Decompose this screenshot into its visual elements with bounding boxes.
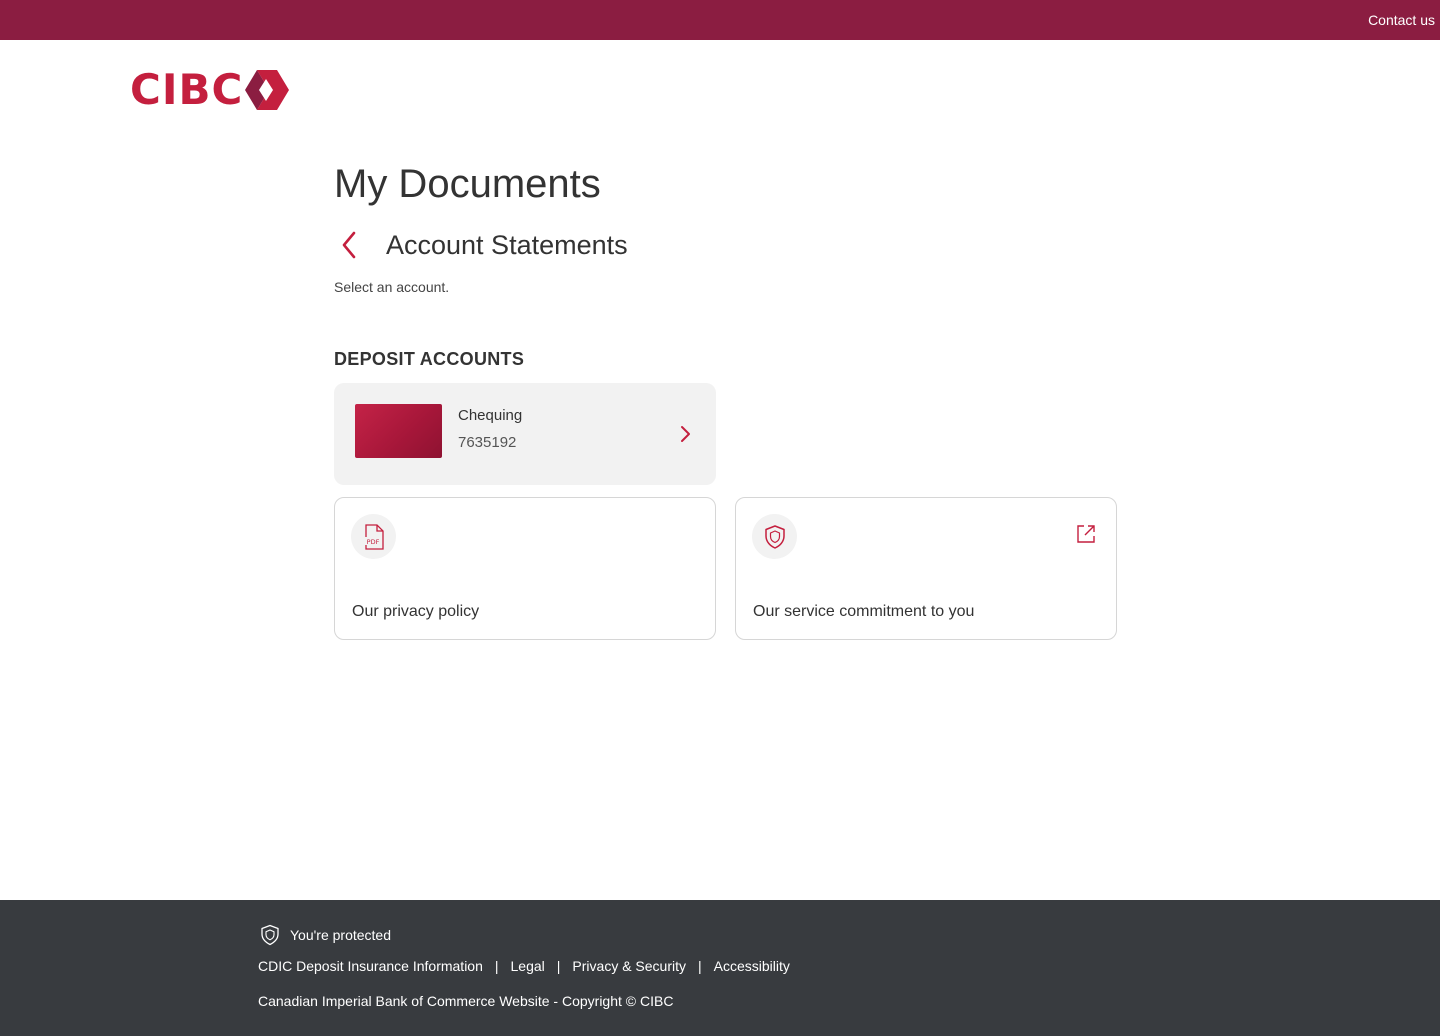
deposit-accounts-heading: DEPOSIT ACCOUNTS: [334, 349, 525, 369]
shield-icon: [261, 924, 279, 946]
chevron-right-icon: [681, 426, 690, 442]
divider: |: [556, 958, 561, 974]
footer-link-cdic[interactable]: CDIC Deposit Insurance Information: [258, 958, 483, 974]
section-title: Account Statements: [386, 230, 628, 260]
shield-icon: [764, 524, 785, 549]
footer: You're protected CDIC Deposit Insurance …: [0, 900, 1440, 1036]
service-commitment-tile[interactable]: Our service commitment to you: [735, 497, 1117, 640]
footer-link-accessibility[interactable]: Accessibility: [714, 958, 790, 974]
footer-link-privacy-security[interactable]: Privacy & Security: [572, 958, 686, 974]
cibc-logo[interactable]: CIBC: [130, 65, 290, 114]
account-card-image: [355, 404, 442, 458]
back-chevron-icon[interactable]: [338, 230, 360, 260]
tile-label: Our privacy policy: [352, 603, 480, 620]
protected-label: You're protected: [290, 927, 392, 943]
external-link-icon[interactable]: [1075, 523, 1097, 545]
instructions-text: Select an account.: [334, 279, 450, 295]
svg-text:PDF: PDF: [366, 538, 379, 546]
tile-label: Our service commitment to you: [753, 603, 975, 620]
footer-links: CDIC Deposit Insurance Information | Leg…: [258, 958, 790, 974]
account-number: 7635192: [458, 434, 517, 451]
cibc-chevron-logo-icon: [245, 70, 290, 110]
divider: |: [698, 958, 702, 974]
page-title: My Documents: [334, 162, 601, 206]
contact-us-link[interactable]: Contact us: [1368, 12, 1435, 28]
account-name: Chequing: [458, 407, 523, 424]
pdf-icon: PDF: [363, 523, 384, 550]
account-card-chequing[interactable]: Chequing 7635192: [334, 383, 716, 485]
privacy-policy-tile[interactable]: PDF Our privacy policy: [334, 497, 716, 640]
pdf-icon-wrapper: PDF: [351, 514, 396, 559]
top-bar: Contact us: [0, 0, 1440, 40]
divider: |: [494, 958, 499, 974]
footer-link-legal[interactable]: Legal: [511, 958, 545, 974]
logo-wordmark: CIBC: [130, 65, 244, 114]
copyright-text: Canadian Imperial Bank of Commerce Websi…: [258, 993, 674, 1009]
protected-badge[interactable]: You're protected: [260, 924, 391, 946]
shield-icon-wrapper: [752, 514, 797, 559]
